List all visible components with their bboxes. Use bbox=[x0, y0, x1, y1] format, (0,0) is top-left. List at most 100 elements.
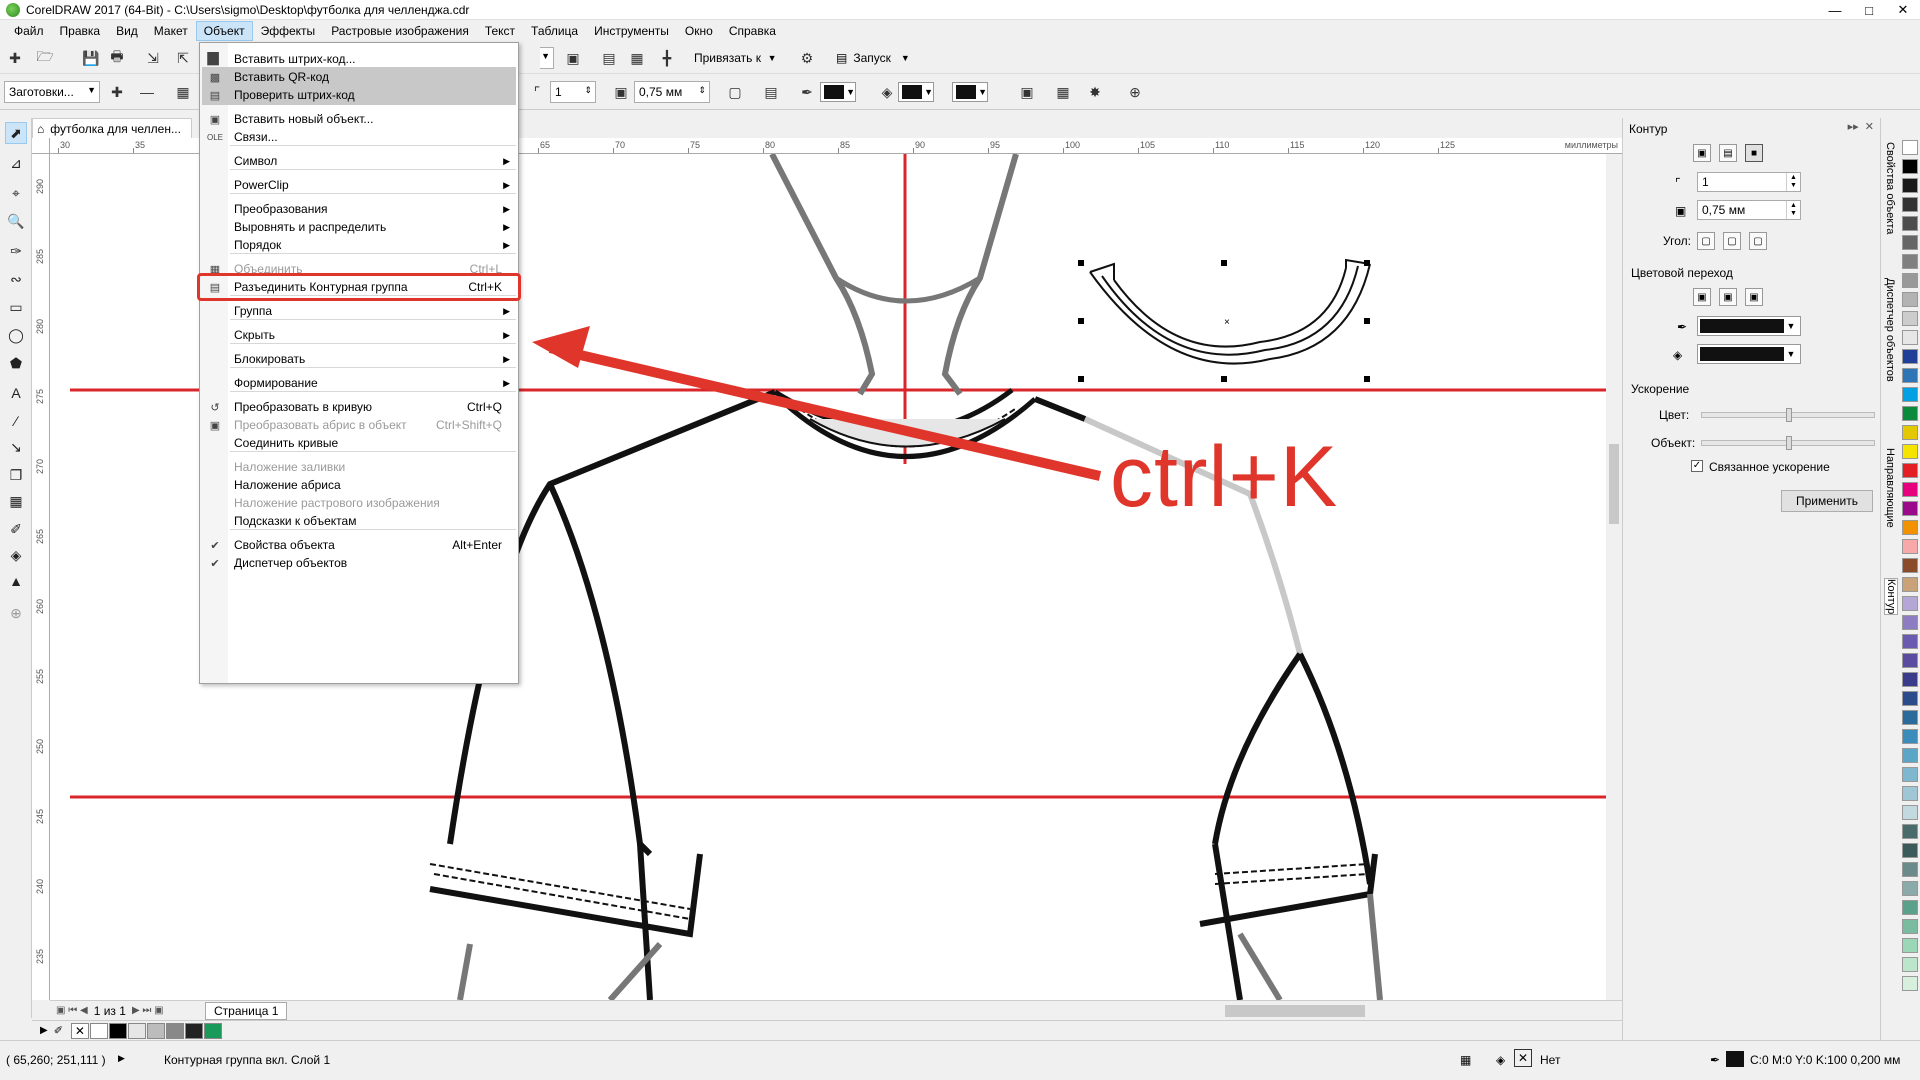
page-tab[interactable]: Страница 1 bbox=[205, 1002, 288, 1020]
menu-9[interactable]: Инструменты bbox=[586, 21, 677, 41]
outline-color-button[interactable]: ▼ bbox=[820, 82, 856, 102]
palette-swatch[interactable] bbox=[1902, 919, 1918, 934]
palette-swatch[interactable] bbox=[1902, 767, 1918, 782]
add-preset-icon[interactable]: ✚ bbox=[106, 81, 128, 103]
palette-swatch[interactable] bbox=[1902, 140, 1918, 155]
eyedropper-small-icon[interactable]: ✐ bbox=[54, 1024, 63, 1037]
palette-swatch[interactable] bbox=[1902, 520, 1918, 535]
menu-item-16[interactable]: ↺ Преобразовать в кривую Ctrl+Q bbox=[202, 397, 516, 417]
pick-tool-icon[interactable]: ⬈ bbox=[5, 122, 27, 144]
rulers-icon[interactable]: ▤ bbox=[598, 47, 620, 69]
palette-swatch[interactable] bbox=[1902, 311, 1918, 326]
save-icon[interactable]: 💾 bbox=[80, 47, 102, 69]
palette-swatch[interactable] bbox=[1902, 463, 1918, 478]
print-icon[interactable]: 🖶 bbox=[106, 47, 128, 69]
menu-item-0[interactable]: █▌ Вставить штрих-код... bbox=[202, 49, 516, 69]
steps-input[interactable]: 1 ▲ ▼ bbox=[1697, 172, 1801, 192]
connector-tool-icon[interactable]: ↘ bbox=[5, 436, 27, 458]
fill-color-picker[interactable]: ▼ bbox=[1697, 344, 1801, 364]
open-folder-icon[interactable]: 🗁 bbox=[34, 47, 56, 69]
palette-swatch[interactable] bbox=[1902, 273, 1918, 288]
menu-2[interactable]: Вид bbox=[108, 21, 146, 41]
palette-swatch[interactable] bbox=[1902, 805, 1918, 820]
close-button[interactable]: ✕ bbox=[1886, 0, 1920, 20]
color-swatch[interactable] bbox=[89, 1022, 108, 1039]
palette-swatch[interactable] bbox=[1902, 938, 1918, 953]
menu-item-2[interactable]: ▤ Проверить штрих-код bbox=[202, 85, 516, 105]
object-acceleration-knob[interactable] bbox=[1786, 436, 1792, 450]
new-document-icon[interactable]: ✚ bbox=[4, 47, 26, 69]
corner-type-icon[interactable]: ▢ bbox=[724, 81, 746, 103]
ellipse-tool-icon[interactable]: ◯ bbox=[5, 324, 27, 346]
palette-swatch[interactable] bbox=[1902, 159, 1918, 174]
palette-swatch[interactable] bbox=[1902, 330, 1918, 345]
docker-tab-guidelines[interactable]: Направляющие bbox=[1884, 448, 1896, 528]
palette-swatch[interactable] bbox=[1902, 482, 1918, 497]
menu-item-7[interactable]: Преобразования ▶ bbox=[202, 199, 516, 219]
minimize-button[interactable]: — bbox=[1818, 0, 1852, 20]
offset-spinner[interactable]: ▲ ▼ bbox=[1786, 201, 1800, 219]
inside-icon[interactable]: ▤ bbox=[1719, 144, 1737, 162]
menu-item-5[interactable]: Символ ▶ bbox=[202, 151, 516, 171]
to-center-icon[interactable]: ▣ bbox=[1693, 144, 1711, 162]
menu-item-23[interactable]: ✔ Свойства объекта Alt+Enter bbox=[202, 535, 516, 555]
palette-swatch[interactable] bbox=[1902, 976, 1918, 991]
menu-8[interactable]: Таблица bbox=[523, 21, 586, 41]
add-tool-icon[interactable]: ⊕ bbox=[5, 602, 27, 624]
presets-dropdown[interactable]: Заготовки... ▼ bbox=[4, 81, 100, 103]
menu-item-1[interactable]: ▩ Вставить QR-код bbox=[202, 67, 516, 87]
palette-swatch[interactable] bbox=[1902, 368, 1918, 383]
options-gear-icon[interactable]: ⚙ bbox=[796, 47, 818, 69]
menu-item-24[interactable]: ✔ Диспетчер объектов bbox=[202, 553, 516, 573]
color-acceleration-slider[interactable] bbox=[1701, 408, 1875, 422]
docker-tab-object-manager[interactable]: Диспетчер объектов bbox=[1884, 278, 1896, 382]
home-icon[interactable]: ⌂ bbox=[37, 122, 44, 136]
menu-item-18[interactable]: Соединить кривые bbox=[202, 433, 516, 453]
miter-corner-icon[interactable]: ▢ bbox=[1697, 232, 1715, 250]
maximize-button[interactable]: □ bbox=[1852, 0, 1886, 20]
fill-color-button[interactable]: ▼ bbox=[898, 82, 934, 102]
palette-swatch[interactable] bbox=[1902, 596, 1918, 611]
copy-properties-icon[interactable]: ▦ bbox=[1052, 81, 1074, 103]
vertical-scrollbar[interactable] bbox=[1606, 154, 1622, 1000]
menu-item-9[interactable]: Порядок ▶ bbox=[202, 235, 516, 255]
menu-5[interactable]: Эффекты bbox=[253, 21, 324, 41]
palette-swatch[interactable] bbox=[1902, 292, 1918, 307]
menu-item-15[interactable]: Формирование ▶ bbox=[202, 373, 516, 393]
palette-swatch[interactable] bbox=[1902, 843, 1918, 858]
object-acceleration-icon[interactable]: ▣ bbox=[1016, 81, 1038, 103]
parallel-dimension-icon[interactable]: ∕ bbox=[5, 410, 27, 432]
polygon-tool-icon[interactable]: ⬟ bbox=[5, 352, 27, 374]
offset-input[interactable]: 0,75 мм ▲ ▼ bbox=[1697, 200, 1801, 220]
palette-swatch[interactable] bbox=[1902, 254, 1918, 269]
apply-button[interactable]: Применить bbox=[1781, 490, 1873, 512]
palette-swatch[interactable] bbox=[1902, 444, 1918, 459]
bevel-corner-icon[interactable]: ▢ bbox=[1749, 232, 1767, 250]
palette-swatch[interactable] bbox=[1902, 216, 1918, 231]
transparency-tool-icon[interactable]: ▦ bbox=[5, 490, 27, 512]
palette-swatch[interactable] bbox=[1902, 615, 1918, 630]
color-swatch[interactable] bbox=[203, 1022, 222, 1039]
color-swatch[interactable] bbox=[127, 1022, 146, 1039]
object-acceleration-slider[interactable] bbox=[1701, 436, 1875, 450]
menu-7[interactable]: Текст bbox=[477, 21, 523, 41]
steps-spinner[interactable]: ▲ ▼ bbox=[1786, 173, 1800, 191]
ruler-origin[interactable] bbox=[32, 138, 50, 154]
menu-item-4[interactable]: OLE Связи... bbox=[202, 127, 516, 147]
palette-swatch[interactable] bbox=[1902, 691, 1918, 706]
docker-tab-contour[interactable]: Контур bbox=[1884, 578, 1898, 616]
palette-swatch[interactable] bbox=[1902, 558, 1918, 573]
vertical-ruler[interactable]: 290 285 280 275 270 265 260 255 250 245 240 235 bbox=[32, 154, 50, 1000]
shape-tool-icon[interactable]: ⊿ bbox=[5, 152, 27, 174]
palette-swatch[interactable] bbox=[1902, 672, 1918, 687]
palette-swatch[interactable] bbox=[1902, 349, 1918, 364]
grid-icon[interactable]: ▦ bbox=[626, 47, 648, 69]
outside-icon[interactable]: ■ bbox=[1745, 144, 1763, 162]
contour-steps-input[interactable]: 1 ⇕ bbox=[550, 81, 596, 103]
remove-preset-icon[interactable]: — bbox=[136, 81, 158, 103]
rectangle-tool-icon[interactable]: ▭ bbox=[5, 296, 27, 318]
palette-swatch[interactable] bbox=[1902, 501, 1918, 516]
palette-swatch[interactable] bbox=[1902, 197, 1918, 212]
palette-swatch[interactable] bbox=[1902, 900, 1918, 915]
drop-shadow-icon[interactable]: ❐ bbox=[5, 464, 27, 486]
